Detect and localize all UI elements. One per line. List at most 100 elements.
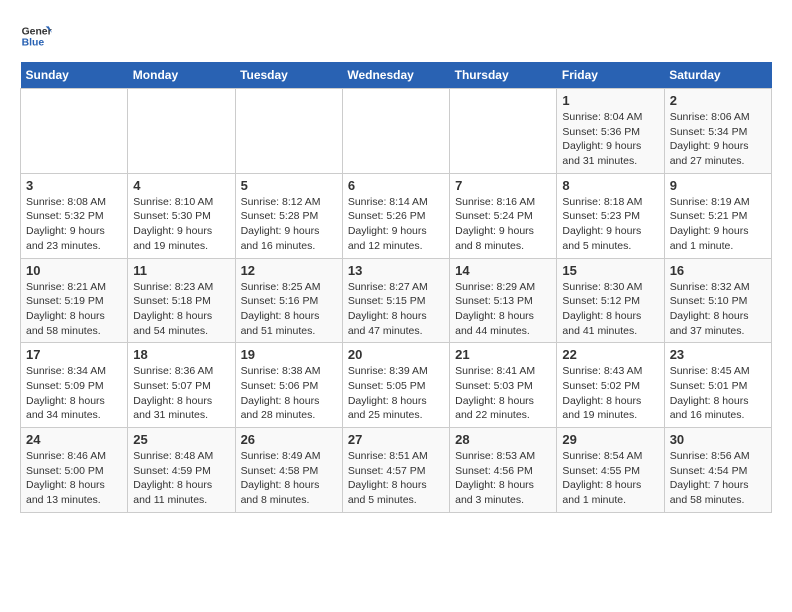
day-info: Sunrise: 8:30 AM Sunset: 5:12 PM Dayligh… [562,280,658,339]
calendar-cell: 7Sunrise: 8:16 AM Sunset: 5:24 PM Daylig… [450,173,557,258]
calendar-cell: 24 Sunrise: 8:46 AM Sunset: 5:00 PM Dayli… [21,428,128,513]
col-header-sunday: Sunday [21,62,128,89]
day-info: Sunrise: 8:10 AM Sunset: 5:30 PM Dayligh… [133,195,229,254]
day-number: 21 [455,347,551,362]
day-number: 13 [348,263,444,278]
calendar-cell: 20 Sunrise: 8:39 AM Sunset: 5:05 PM Dayli… [342,343,449,428]
day-number: 30 [670,432,766,447]
calendar-cell: 25 Sunrise: 8:48 AM Sunset: 4:59 PM Dayli… [128,428,235,513]
day-info: Sunrise: 8:34 AM Sunset: 5:09 PM Dayligh… [26,364,122,423]
calendar-week-row: 24 Sunrise: 8:46 AM Sunset: 5:00 PM Dayli… [21,428,772,513]
calendar-cell [21,89,128,174]
calendar-table: SundayMondayTuesdayWednesdayThursdayFrid… [20,62,772,513]
calendar-week-row: 1 Sunrise: 8:04 AM Sunset: 5:36 PM Daylig… [21,89,772,174]
logo-icon: General Blue [20,20,52,52]
calendar-cell: 4 Sunrise: 8:10 AM Sunset: 5:30 PM Daylig… [128,173,235,258]
calendar-cell: 21 Sunrise: 8:41 AM Sunset: 5:03 PM Dayli… [450,343,557,428]
day-info: Sunrise: 8:36 AM Sunset: 5:07 PM Dayligh… [133,364,229,423]
day-info: Sunrise: 8:56 AM Sunset: 4:54 PM Dayligh… [670,449,766,508]
col-header-saturday: Saturday [664,62,771,89]
day-info: Sunrise: 8:32 AM Sunset: 5:10 PM Dayligh… [670,280,766,339]
day-number: 2 [670,93,766,108]
day-number: 24 [26,432,122,447]
day-info: Sunrise: 8:49 AM Sunset: 4:58 PM Dayligh… [241,449,337,508]
calendar-cell: 10 Sunrise: 8:21 AM Sunset: 5:19 PM Dayli… [21,258,128,343]
day-number: 4 [133,178,229,193]
calendar-cell: 3Sunrise: 8:08 AM Sunset: 5:32 PM Daylig… [21,173,128,258]
day-number: 27 [348,432,444,447]
calendar-cell: 9 Sunrise: 8:19 AM Sunset: 5:21 PM Daylig… [664,173,771,258]
day-info: Sunrise: 8:27 AM Sunset: 5:15 PM Dayligh… [348,280,444,339]
day-info: Sunrise: 8:39 AM Sunset: 5:05 PM Dayligh… [348,364,444,423]
logo: General Blue [20,20,52,52]
calendar-cell: 26 Sunrise: 8:49 AM Sunset: 4:58 PM Dayli… [235,428,342,513]
day-info: Sunrise: 8:06 AM Sunset: 5:34 PM Dayligh… [670,110,766,169]
calendar-cell: 28 Sunrise: 8:53 AM Sunset: 4:56 PM Dayli… [450,428,557,513]
day-number: 11 [133,263,229,278]
svg-text:Blue: Blue [22,38,45,49]
day-number: 29 [562,432,658,447]
day-info: Sunrise: 8:18 AM Sunset: 5:23 PM Dayligh… [562,195,658,254]
day-info: Sunrise: 8:45 AM Sunset: 5:01 PM Dayligh… [670,364,766,423]
calendar-cell: 15 Sunrise: 8:30 AM Sunset: 5:12 PM Dayli… [557,258,664,343]
calendar-week-row: 17 Sunrise: 8:34 AM Sunset: 5:09 PM Dayli… [21,343,772,428]
calendar-cell: 13 Sunrise: 8:27 AM Sunset: 5:15 PM Dayli… [342,258,449,343]
col-header-tuesday: Tuesday [235,62,342,89]
day-info: Sunrise: 8:53 AM Sunset: 4:56 PM Dayligh… [455,449,551,508]
day-info: Sunrise: 8:29 AM Sunset: 5:13 PM Dayligh… [455,280,551,339]
day-number: 22 [562,347,658,362]
day-info: Sunrise: 8:19 AM Sunset: 5:21 PM Dayligh… [670,195,766,254]
day-number: 12 [241,263,337,278]
day-info: Sunrise: 8:46 AM Sunset: 5:00 PM Dayligh… [26,449,122,508]
calendar-header-row: SundayMondayTuesdayWednesdayThursdayFrid… [21,62,772,89]
calendar-cell [342,89,449,174]
day-number: 1 [562,93,658,108]
day-number: 7 [455,178,551,193]
calendar-week-row: 10 Sunrise: 8:21 AM Sunset: 5:19 PM Dayli… [21,258,772,343]
calendar-cell: 27 Sunrise: 8:51 AM Sunset: 4:57 PM Dayli… [342,428,449,513]
day-number: 9 [670,178,766,193]
col-header-friday: Friday [557,62,664,89]
day-number: 17 [26,347,122,362]
day-number: 20 [348,347,444,362]
day-info: Sunrise: 8:48 AM Sunset: 4:59 PM Dayligh… [133,449,229,508]
day-number: 28 [455,432,551,447]
day-info: Sunrise: 8:12 AM Sunset: 5:28 PM Dayligh… [241,195,337,254]
calendar-cell: 17 Sunrise: 8:34 AM Sunset: 5:09 PM Dayli… [21,343,128,428]
day-info: Sunrise: 8:38 AM Sunset: 5:06 PM Dayligh… [241,364,337,423]
day-info: Sunrise: 8:43 AM Sunset: 5:02 PM Dayligh… [562,364,658,423]
day-number: 5 [241,178,337,193]
day-number: 14 [455,263,551,278]
day-info: Sunrise: 8:41 AM Sunset: 5:03 PM Dayligh… [455,364,551,423]
day-number: 26 [241,432,337,447]
calendar-cell: 19 Sunrise: 8:38 AM Sunset: 5:06 PM Dayli… [235,343,342,428]
calendar-week-row: 3Sunrise: 8:08 AM Sunset: 5:32 PM Daylig… [21,173,772,258]
col-header-monday: Monday [128,62,235,89]
calendar-cell: 8Sunrise: 8:18 AM Sunset: 5:23 PM Daylig… [557,173,664,258]
day-info: Sunrise: 8:04 AM Sunset: 5:36 PM Dayligh… [562,110,658,169]
calendar-cell: 18Sunrise: 8:36 AM Sunset: 5:07 PM Dayli… [128,343,235,428]
calendar-cell: 22 Sunrise: 8:43 AM Sunset: 5:02 PM Dayli… [557,343,664,428]
day-info: Sunrise: 8:14 AM Sunset: 5:26 PM Dayligh… [348,195,444,254]
day-number: 15 [562,263,658,278]
calendar-cell: 5 Sunrise: 8:12 AM Sunset: 5:28 PM Daylig… [235,173,342,258]
col-header-wednesday: Wednesday [342,62,449,89]
day-info: Sunrise: 8:54 AM Sunset: 4:55 PM Dayligh… [562,449,658,508]
day-number: 16 [670,263,766,278]
day-info: Sunrise: 8:23 AM Sunset: 5:18 PM Dayligh… [133,280,229,339]
day-info: Sunrise: 8:21 AM Sunset: 5:19 PM Dayligh… [26,280,122,339]
day-number: 6 [348,178,444,193]
calendar-cell: 14 Sunrise: 8:29 AM Sunset: 5:13 PM Dayli… [450,258,557,343]
page-header: General Blue [20,20,772,52]
day-number: 10 [26,263,122,278]
calendar-cell: 12Sunrise: 8:25 AM Sunset: 5:16 PM Dayli… [235,258,342,343]
col-header-thursday: Thursday [450,62,557,89]
calendar-cell: 6 Sunrise: 8:14 AM Sunset: 5:26 PM Daylig… [342,173,449,258]
day-number: 25 [133,432,229,447]
day-info: Sunrise: 8:51 AM Sunset: 4:57 PM Dayligh… [348,449,444,508]
day-number: 3 [26,178,122,193]
calendar-cell [235,89,342,174]
calendar-cell [128,89,235,174]
calendar-cell [450,89,557,174]
day-number: 19 [241,347,337,362]
